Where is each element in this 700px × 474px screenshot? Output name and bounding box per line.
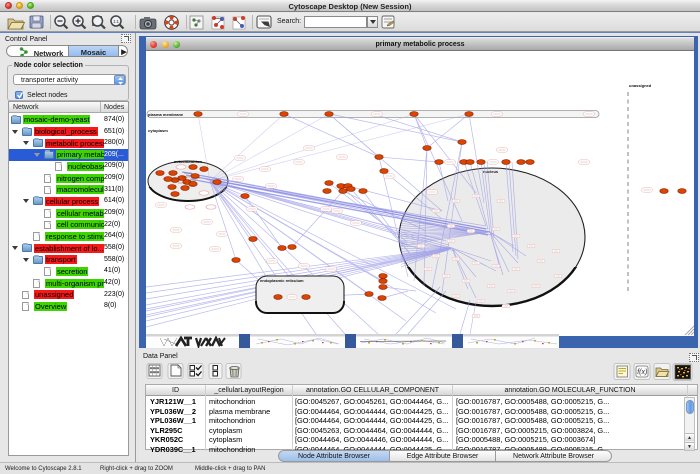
svg-text:unassigned: unassigned (629, 83, 652, 88)
svg-text:plasma membrane: plasma membrane (148, 112, 184, 117)
svg-text:endoplasmic reticulum: endoplasmic reticulum (260, 278, 304, 283)
svg-text:cytoplasm: cytoplasm (148, 128, 168, 133)
svg-text:1:1: 1:1 (113, 19, 119, 24)
svg-text:mitochondrion: mitochondrion (174, 159, 203, 164)
svg-text:f(x): f(x) (637, 369, 647, 376)
